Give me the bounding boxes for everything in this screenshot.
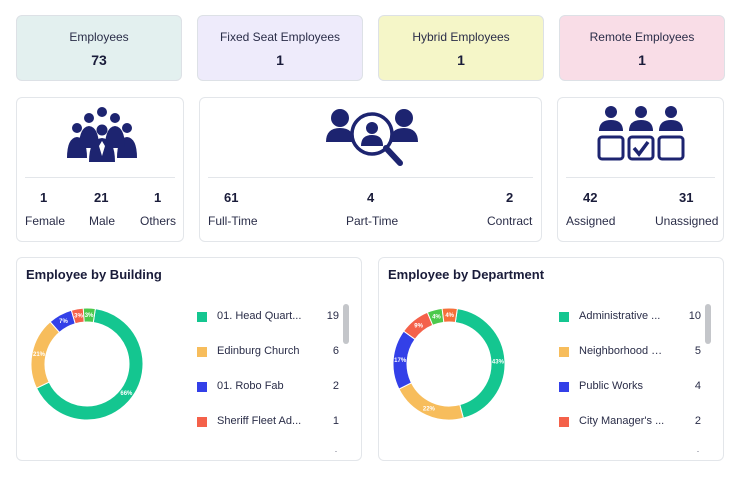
legend-label: Edinburg Church: [217, 345, 300, 357]
donut-slice[interactable]: [398, 382, 464, 421]
full-time-count: 61: [224, 190, 239, 205]
legend-label: Public Works: [579, 380, 643, 392]
legend-count: 5: [694, 345, 701, 357]
part-time-label: Part-Time: [346, 214, 399, 228]
female-label: Female: [25, 214, 66, 228]
part-time-count: 4: [367, 190, 375, 205]
slice-percent-label: 4%: [432, 315, 441, 321]
legend-count: 6: [332, 345, 339, 357]
legend-item[interactable]: Sheriff Fleet Ad... 1: [195, 415, 345, 429]
legend-swatch: [559, 382, 569, 392]
legend-item[interactable]: City Manager's ... 2: [557, 415, 707, 429]
legend-swatch: [559, 347, 569, 357]
search-person-icon: [326, 109, 418, 166]
female-count: 1: [40, 190, 48, 205]
legend-item[interactable]: Public Works 4: [557, 380, 707, 394]
stat-value: 1: [457, 52, 465, 68]
stat-value: 73: [91, 52, 107, 68]
stat-label: Fixed Seat Employees: [219, 30, 341, 44]
department-legend: Administrative ... 10 Neighborhood S... 5 Pu…: [557, 308, 712, 452]
stat-card-employees: Employees 73: [16, 15, 182, 81]
legend-item[interactable]: 01. Robo Fab 2: [195, 380, 345, 394]
building-legend: 01. Head Quart... 19 Edinburg Church 6 01. R…: [195, 308, 350, 452]
building-donut-chart[interactable]: 66% 21% 7% 3% 3%: [25, 302, 149, 426]
legend-swatch: [197, 347, 207, 357]
others-label: Others: [140, 214, 177, 228]
assigned-label: Assigned: [566, 214, 616, 228]
legend-item[interactable]: Edinburg Church 6: [195, 345, 345, 359]
legend-item[interactable]: 1: [557, 450, 707, 452]
group-icon: [67, 107, 137, 162]
chart-title: Employee by Department: [388, 267, 545, 282]
legend-item[interactable]: 01. Head Quart... 19: [195, 310, 345, 324]
gender-panel: 1 Female 21 Male 1 Others: [16, 97, 184, 242]
legend-label: 01. Head Quart...: [217, 310, 302, 322]
legend-count: 1: [332, 415, 339, 427]
slice-percent-label: 9%: [414, 324, 423, 330]
male-count: 21: [94, 190, 109, 205]
legend-item[interactable]: Neighborhood S... 5: [557, 345, 707, 359]
legend-swatch: [197, 312, 207, 322]
department-donut-chart[interactable]: 43% 22% 17% 9% 4% 4%: [387, 302, 511, 426]
stat-label: Remote Employees: [589, 30, 695, 44]
legend-count: 2: [694, 415, 701, 427]
chart-title: Employee by Building: [26, 267, 162, 282]
seat-assignment-panel: 42 Assigned 31 Unassigned: [557, 97, 724, 242]
stat-label: Employees: [69, 30, 129, 44]
legend-count: 2: [332, 380, 339, 392]
contract-count: 2: [506, 190, 514, 205]
employee-by-building-card: Employee by Building 66% 21% 7% 3% 3% 01. He…: [16, 257, 362, 461]
legend-label: City Manager's ...: [579, 415, 665, 427]
contract-label: Contract: [487, 214, 533, 228]
legend-label: Sheriff Fleet Ad...: [217, 415, 302, 427]
slice-percent-label: 7%: [59, 319, 68, 325]
full-time-label: Full-Time: [208, 214, 258, 228]
slice-percent-label: 43%: [492, 359, 505, 365]
male-label: Male: [89, 214, 116, 228]
stat-card-hybrid: Hybrid Employees 1: [378, 15, 544, 81]
legend-label: Neighborhood S...: [579, 345, 665, 357]
employment-type-panel: 61 Full-Time 4 Part-Time 2 Contract: [199, 97, 542, 242]
legend-scrollbar[interactable]: [705, 304, 711, 344]
legend-swatch: [559, 312, 569, 322]
legend-count: 19: [326, 310, 339, 322]
legend-count: 1: [323, 450, 339, 452]
slice-percent-label: 3%: [74, 314, 83, 320]
legend-scrollbar[interactable]: [343, 304, 349, 344]
slice-percent-label: 17%: [394, 358, 407, 364]
stat-value: 1: [276, 52, 284, 68]
divider: [566, 177, 715, 178]
legend-label: 01. Robo Fab: [217, 380, 284, 392]
legend-item[interactable]: 1: [195, 450, 345, 452]
unassigned-count: 31: [679, 190, 694, 205]
legend-count: 4: [694, 380, 701, 392]
legend-swatch: [559, 417, 569, 427]
others-count: 1: [154, 190, 162, 205]
slice-percent-label: 4%: [445, 313, 454, 319]
slice-percent-label: 21%: [33, 352, 46, 358]
legend-swatch: [197, 417, 207, 427]
divider: [25, 177, 175, 178]
slice-percent-label: 66%: [120, 391, 133, 397]
assigned-seats-icon: [597, 106, 685, 161]
stat-card-remote: Remote Employees 1: [559, 15, 725, 81]
slice-percent-label: 22%: [423, 407, 436, 413]
divider: [208, 177, 533, 178]
legend-item[interactable]: Administrative ... 10: [557, 310, 707, 324]
assigned-count: 42: [583, 190, 598, 205]
stat-value: 1: [638, 52, 646, 68]
slice-percent-label: 3%: [85, 313, 94, 319]
legend-swatch: [197, 382, 207, 392]
employee-by-department-card: Employee by Department 43% 22% 17% 9% 4% 4% A…: [378, 257, 724, 461]
unassigned-label: Unassigned: [655, 214, 719, 228]
stat-card-fixed-seat: Fixed Seat Employees 1: [197, 15, 363, 81]
stat-label: Hybrid Employees: [412, 30, 510, 44]
legend-label: Administrative ...: [579, 310, 661, 322]
legend-count: 10: [688, 310, 701, 322]
legend-count: 1: [685, 450, 701, 452]
